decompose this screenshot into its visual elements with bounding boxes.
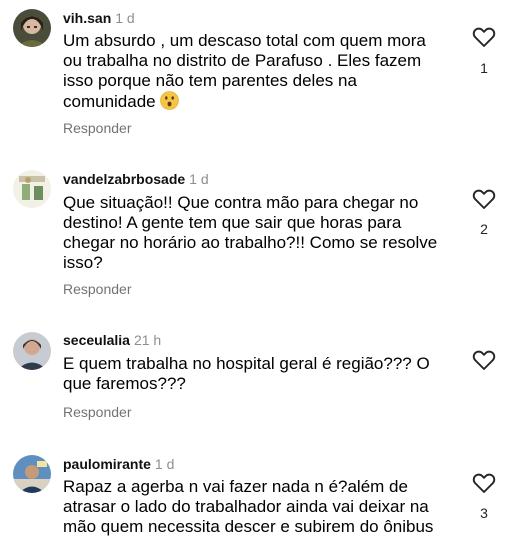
username[interactable]: paulomirante	[63, 456, 151, 472]
comment-item: paulomirante 1 d Rapaz a agerba n vai faz…	[0, 0, 519, 546]
comment-line: mão quem necessita descer e subirem do ô…	[63, 517, 434, 536]
like-count: 3	[480, 505, 488, 521]
timestamp: 1 d	[154, 456, 175, 472]
comment-line: atrasar o lado do trabalhador ainda vai …	[63, 497, 429, 516]
comments-list: vih.san 1 d Um absurdo , um descaso total…	[0, 0, 519, 546]
avatar[interactable]	[13, 455, 51, 493]
heart-icon[interactable]	[472, 472, 496, 494]
comment-line: Rapaz a agerba n vai fazer nada n é?além…	[63, 477, 408, 496]
comment-header: paulomirante 1 d	[63, 455, 174, 473]
comment-text: Rapaz a agerba n vai fazer nada n é?além…	[63, 477, 463, 537]
